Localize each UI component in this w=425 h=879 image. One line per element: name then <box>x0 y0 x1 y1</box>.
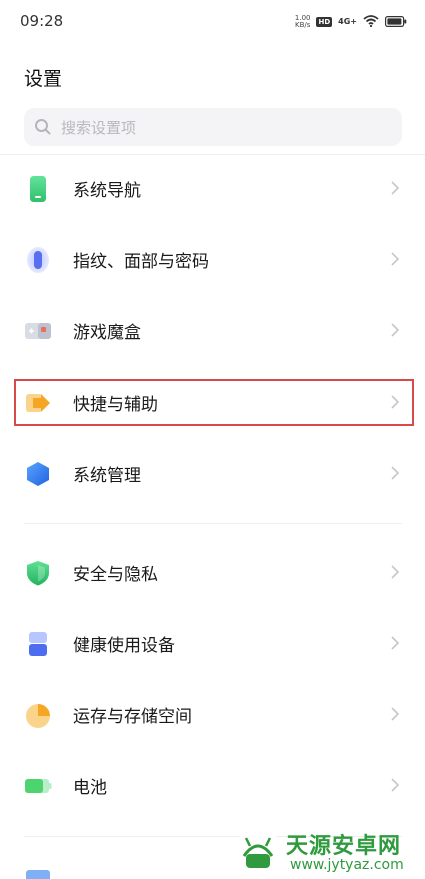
chevron-right-icon <box>391 323 399 337</box>
settings-item-fingerprint[interactable]: 指纹、面部与密码 <box>0 230 425 290</box>
item-label: 电池 <box>73 778 107 798</box>
highlight-box <box>14 379 414 426</box>
hexagon-icon <box>27 462 49 486</box>
item-label: 系统导航 <box>73 181 141 201</box>
chevron-right-icon <box>391 778 399 792</box>
search-icon <box>35 119 51 135</box>
settings-item-system-navigation[interactable]: 系统导航 <box>0 159 425 219</box>
battery-icon <box>25 779 52 793</box>
settings-item-healthy-device-usage[interactable]: 健康使用设备 <box>0 614 425 674</box>
search-input[interactable]: 搜索设置项 <box>24 108 402 146</box>
status-bar: 09:28 1.00 KB/s HD 4G+ <box>0 0 425 44</box>
phone-navigation-icon <box>30 176 46 202</box>
status-icons: 1.00 KB/s HD 4G+ <box>295 12 407 31</box>
watermark-url: www.jytyaz.com <box>290 857 404 873</box>
chevron-right-icon <box>391 252 399 266</box>
page-title: 设置 <box>24 68 63 90</box>
chevron-right-icon <box>391 707 399 721</box>
chevron-right-icon <box>391 636 399 650</box>
pie-chart-icon <box>26 704 50 728</box>
net-speed: 1.00 KB/s <box>294 14 311 29</box>
network-type: 4G+ <box>338 17 357 26</box>
hourglass-icon <box>29 632 47 656</box>
partial-item-icon <box>26 870 50 879</box>
settings-item-game-box[interactable]: 游戏魔盒 <box>0 301 425 361</box>
watermark-logo-icon <box>234 828 282 876</box>
watermark-brand: 天源安卓网 <box>286 834 402 859</box>
game-box-icon <box>25 323 51 339</box>
fingerprint-icon <box>27 247 49 273</box>
item-label: 安全与隐私 <box>73 565 158 585</box>
settings-item-battery[interactable]: 电池 <box>0 756 425 816</box>
item-label: 运存与存储空间 <box>73 707 192 727</box>
battery-status-icon <box>385 12 407 31</box>
chevron-right-icon <box>391 565 399 579</box>
watermark: 天源安卓网 www.jytyaz.com <box>232 826 422 878</box>
search-placeholder: 搜索设置项 <box>61 119 137 137</box>
settings-item-memory-storage[interactable]: 运存与存储空间 <box>0 685 425 745</box>
item-label: 指纹、面部与密码 <box>73 252 209 272</box>
chevron-right-icon <box>391 181 399 195</box>
settings-item-system-management[interactable]: 系统管理 <box>0 444 425 504</box>
item-label: 系统管理 <box>73 466 141 486</box>
status-time: 09:28 <box>20 12 64 30</box>
net-speed-unit: KB/s <box>294 20 311 29</box>
settings-item-security-privacy[interactable]: 安全与隐私 <box>0 543 425 603</box>
section-divider <box>24 523 402 524</box>
hd-icon: HD <box>316 16 333 27</box>
item-label: 健康使用设备 <box>73 636 175 656</box>
chevron-right-icon <box>391 466 399 480</box>
shield-icon <box>27 561 49 586</box>
header-divider <box>0 154 425 155</box>
wifi-icon <box>363 12 379 31</box>
item-label: 游戏魔盒 <box>73 323 141 343</box>
